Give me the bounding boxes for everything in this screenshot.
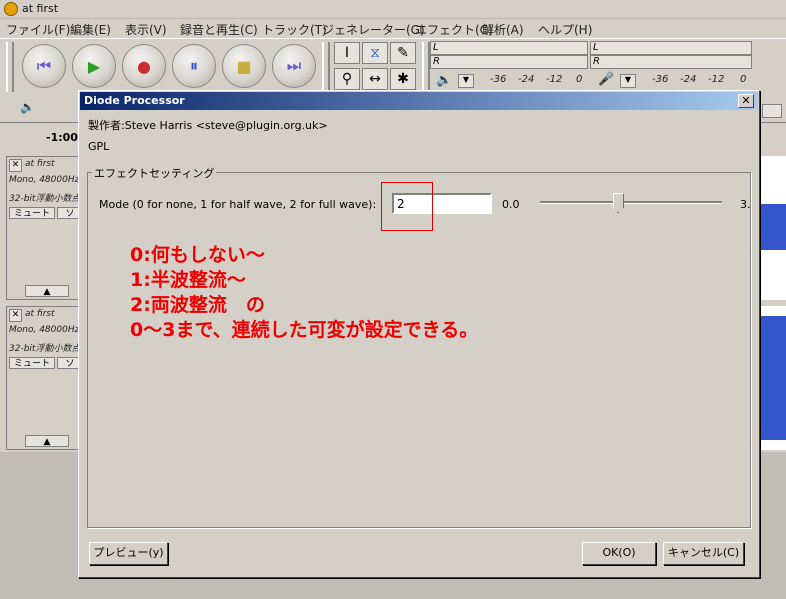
track-name[interactable]: at first [25, 309, 55, 319]
tools-grip[interactable] [322, 42, 330, 92]
timeshift-tool-button[interactable]: ↔ [362, 68, 388, 90]
mode-slider-track[interactable] [540, 201, 722, 204]
envelope-tool-button[interactable]: ⧖ [362, 42, 388, 64]
audacity-app-icon [4, 2, 18, 16]
app-title-bar: at first [0, 0, 786, 19]
ibeam-icon: I [344, 45, 350, 61]
asterisk-icon: ✱ [397, 71, 409, 87]
output-volume-icon: 🔈 [20, 100, 35, 114]
ok-button[interactable]: OK(O) [582, 542, 656, 565]
playback-meter-left[interactable]: L [430, 41, 588, 55]
input-volume-slider[interactable] [762, 104, 782, 118]
mode-label: Mode (0 for none, 1 for half wave, 2 for… [99, 198, 377, 211]
magnifier-icon: ⚲ [341, 71, 353, 87]
skip-start-button[interactable]: ⏮ [22, 44, 66, 88]
annotation-highlight-box [381, 182, 433, 231]
app-title: at first [22, 2, 59, 15]
annotation-line-1: 0:何もしない～ [130, 244, 265, 266]
collapse-button[interactable]: ▲ [25, 435, 69, 447]
waveform-shape [760, 316, 786, 440]
record-dropdown-button[interactable]: ▼ [620, 74, 636, 88]
mute-button[interactable]: ミュート [9, 357, 55, 369]
group-title: エフェクトセッティング [92, 165, 217, 181]
slider-max-label: 3. [740, 198, 751, 211]
multi-tool-button[interactable]: ✱ [390, 68, 416, 90]
skip-end-button[interactable]: ⏭ [272, 44, 316, 88]
menu-file[interactable]: ファイル(F) [6, 21, 70, 38]
track-waveform-1[interactable] [760, 156, 786, 300]
pencil-icon: ✎ [397, 45, 409, 61]
playback-dropdown-button[interactable]: ▼ [458, 74, 474, 88]
license-label: GPL [88, 140, 110, 153]
dialog-close-button[interactable]: ✕ [738, 94, 754, 108]
menu-help[interactable]: ヘルプ(H) [538, 21, 592, 38]
annotation-line-2: 1:半波整流～ [130, 269, 246, 291]
track-close-button[interactable]: ✕ [9, 309, 22, 322]
record-icon: ● [137, 56, 151, 76]
menu-view[interactable]: 表示(V) [125, 21, 167, 38]
menu-transport[interactable]: 録音と再生(C) [180, 21, 258, 38]
menu-analyze[interactable]: 解析(A) [482, 21, 524, 38]
menu-bar: ファイル(F) 編集(E) 表示(V) 録音と再生(C) トラック(T) ジェネ… [0, 19, 786, 38]
meter-grip[interactable] [422, 42, 430, 92]
track-format: Mono, 48000Hz [9, 175, 80, 185]
microphone-icon[interactable]: 🎤 [598, 72, 614, 87]
record-meter-right[interactable]: R [590, 55, 752, 69]
menu-generate[interactable]: ジェネレーター(G) [322, 21, 425, 38]
menu-edit[interactable]: 編集(E) [70, 21, 111, 38]
double-arrow-icon: ↔ [369, 71, 381, 87]
collapse-button[interactable]: ▲ [25, 285, 69, 297]
mute-button[interactable]: ミュート [9, 207, 55, 219]
toolbar-grip[interactable] [6, 42, 14, 92]
play-icon: ▶ [87, 56, 101, 76]
envelope-icon: ⧖ [370, 45, 380, 61]
selection-tool-button[interactable]: I [334, 42, 360, 64]
record-meter-left[interactable]: L [590, 41, 752, 55]
track-close-button[interactable]: ✕ [9, 159, 22, 172]
skip-end-icon: ⏭ [286, 56, 302, 75]
speaker-icon[interactable]: 🔈 [436, 73, 452, 88]
timeline-label: -1:00 [46, 131, 78, 144]
skip-start-icon: ⏮ [36, 56, 52, 75]
dialog-title-bar[interactable]: Diode Processor ✕ [80, 92, 758, 110]
pause-icon: ⏸ [189, 56, 198, 75]
annotation-line-4: 0～3まで、連続した可変が設定できる。 [130, 319, 479, 341]
pause-button[interactable]: ⏸ [172, 44, 216, 88]
stop-icon: ■ [236, 56, 252, 76]
waveform-shape [760, 204, 786, 250]
track-waveform-2[interactable] [760, 306, 786, 450]
menu-tracks[interactable]: トラック(T) [262, 21, 327, 38]
playback-meter-right[interactable]: R [430, 55, 588, 69]
track-sample-format: 32-bit浮動小数点 [9, 194, 81, 204]
zoom-tool-button[interactable]: ⚲ [334, 68, 360, 90]
slider-min-label: 0.0 [502, 198, 520, 211]
track-format: Mono, 48000Hz [9, 325, 80, 335]
draw-tool-button[interactable]: ✎ [390, 42, 416, 64]
dialog-title: Diode Processor [84, 94, 185, 107]
cancel-button[interactable]: キャンセル(C) [663, 542, 744, 565]
record-button[interactable]: ● [122, 44, 166, 88]
play-button[interactable]: ▶ [72, 44, 116, 88]
author-label: 製作者:Steve Harris <steve@plugin.org.uk> [88, 119, 328, 132]
annotation-line-3: 2:両波整流 の [130, 294, 265, 316]
track-name[interactable]: at first [25, 159, 55, 169]
track-panel-1[interactable]: ✕ at first Mono, 48000Hz 32-bit浮動小数点 ミュー… [6, 156, 86, 300]
stop-button[interactable]: ■ [222, 44, 266, 88]
track-sample-format: 32-bit浮動小数点 [9, 344, 81, 354]
track-panel-2[interactable]: ✕ at first Mono, 48000Hz 32-bit浮動小数点 ミュー… [6, 306, 86, 450]
preview-button[interactable]: プレビュー(y) [89, 542, 168, 565]
